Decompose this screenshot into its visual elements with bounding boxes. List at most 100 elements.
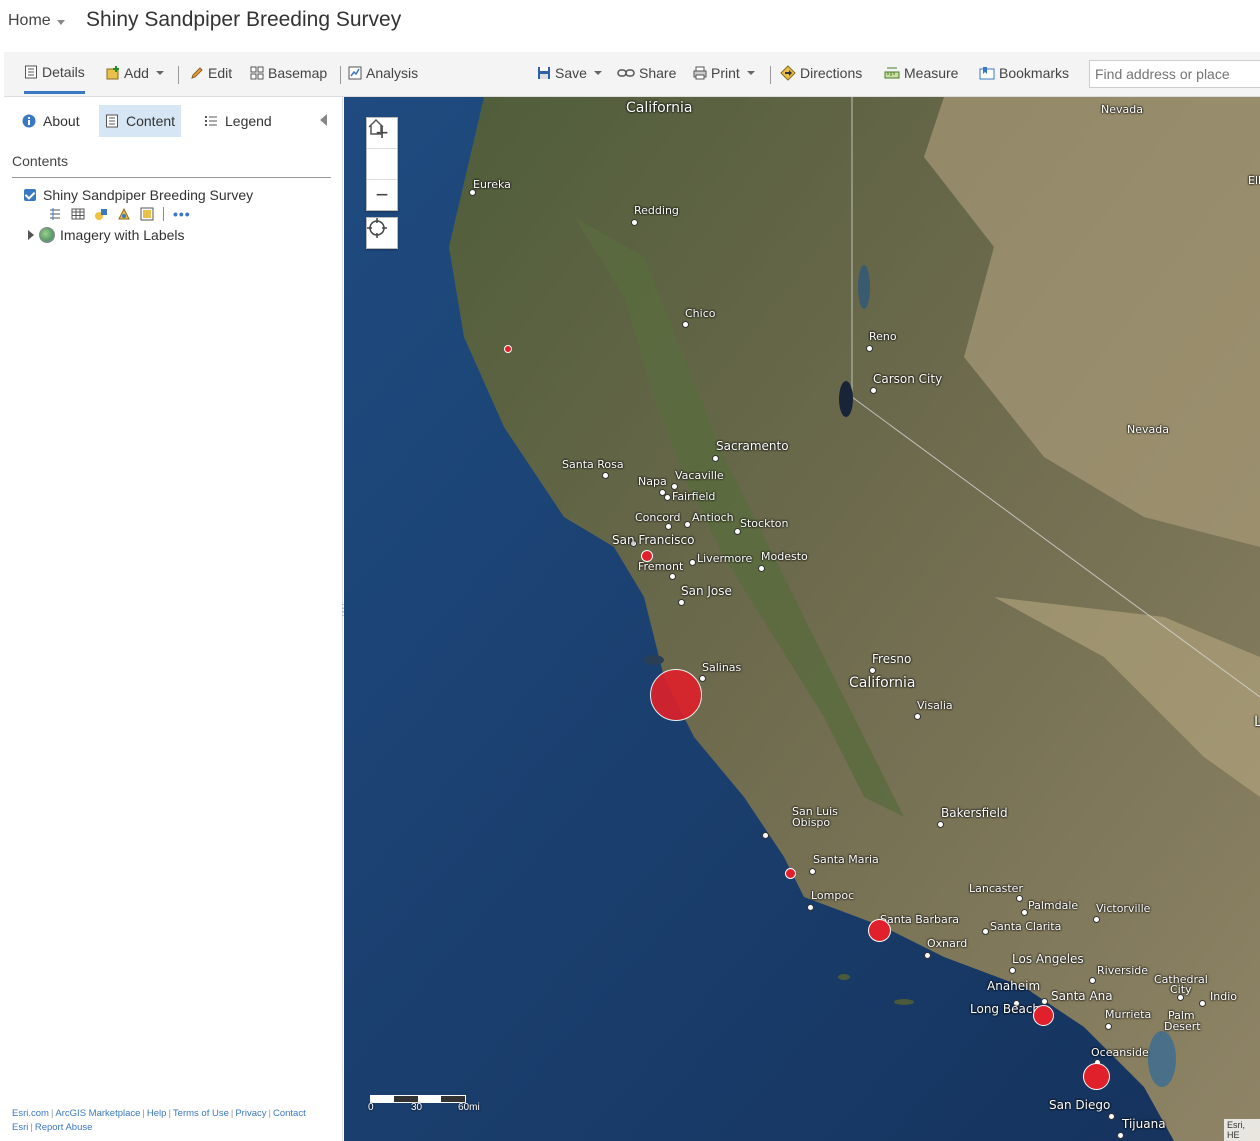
footer-sep: | xyxy=(168,1108,171,1119)
map-label: Desert xyxy=(1164,1020,1201,1033)
toolbar: Details Add Edit Basemap Analysis Save S… xyxy=(4,52,1260,97)
perform-analysis-icon[interactable] xyxy=(117,207,131,221)
observation-point[interactable] xyxy=(1033,1005,1054,1026)
map-label: Fresno xyxy=(872,652,912,666)
observation-point[interactable] xyxy=(504,345,512,353)
city-dot xyxy=(1108,1113,1115,1120)
city-dot xyxy=(1093,916,1100,923)
observation-point[interactable] xyxy=(641,550,653,562)
map-label: San Jose xyxy=(681,584,732,598)
city-dot xyxy=(1016,895,1023,902)
save-label: Save xyxy=(555,65,587,81)
city-dot xyxy=(809,868,816,875)
print-button[interactable]: Print xyxy=(693,52,755,94)
show-legend-icon[interactable] xyxy=(48,207,62,221)
layer-visibility-checkbox[interactable] xyxy=(24,189,36,201)
map-label: Stockton xyxy=(740,517,789,530)
observation-point[interactable] xyxy=(1083,1063,1110,1090)
details-button[interactable]: Details xyxy=(24,52,85,94)
measure-button[interactable]: Measure xyxy=(884,52,958,94)
basemap-button[interactable]: Basemap xyxy=(250,52,327,94)
footer-link[interactable]: Report Abuse xyxy=(35,1122,93,1133)
footer-link[interactable]: Contact xyxy=(273,1108,306,1119)
details-icon xyxy=(25,65,37,78)
layer-name: Shiny Sandpiper Breeding Survey xyxy=(43,187,254,203)
footer-link[interactable]: ArcGIS Marketplace xyxy=(55,1108,140,1119)
map-label: Indio xyxy=(1210,990,1237,1003)
map-label: Vacaville xyxy=(675,469,724,482)
city-dot xyxy=(1117,1132,1124,1139)
footer-link[interactable]: Esri xyxy=(12,1122,28,1133)
observation-point[interactable] xyxy=(650,669,702,721)
map-label: Murrieta xyxy=(1105,1008,1152,1021)
share-button[interactable]: Share xyxy=(617,52,676,94)
map-label: California xyxy=(626,100,693,116)
content-list-icon xyxy=(106,114,118,128)
map-label: Napa xyxy=(638,475,667,488)
collapse-panel-icon[interactable] xyxy=(320,114,327,126)
directions-icon xyxy=(780,65,796,81)
city-dot xyxy=(1177,994,1184,1001)
map-view[interactable]: + − California Nevada Eureka Redding Elk… xyxy=(344,97,1260,1141)
search-input[interactable] xyxy=(1089,60,1260,88)
tab-content-label: Content xyxy=(126,113,176,129)
basemap-label: Basemap xyxy=(268,65,328,81)
map-label: Obispo xyxy=(792,816,831,829)
bookmarks-icon xyxy=(979,67,995,80)
share-link-icon xyxy=(617,69,635,77)
toolbar-divider xyxy=(178,66,179,84)
edit-button[interactable]: Edit xyxy=(190,52,232,94)
attribute-table-icon[interactable] xyxy=(71,207,85,221)
footer-link[interactable]: Esri.com xyxy=(12,1108,49,1119)
zoom-control: + − xyxy=(366,117,398,211)
contents-heading: Contents xyxy=(12,153,69,169)
tab-about[interactable]: About xyxy=(16,105,86,137)
layer-style-icon[interactable] xyxy=(140,207,154,221)
footer-sep: | xyxy=(142,1108,145,1119)
more-options-icon[interactable]: ••• xyxy=(173,206,191,222)
footer-link[interactable]: Terms of Use xyxy=(173,1108,229,1119)
tab-legend[interactable]: Legend xyxy=(198,105,278,137)
city-dot xyxy=(758,565,765,572)
footer-links: Esri.com | ArcGIS Marketplace | Help | Terms o… xyxy=(12,1107,342,1135)
bookmarks-button[interactable]: Bookmarks xyxy=(979,52,1069,94)
expand-arrow-icon[interactable] xyxy=(28,230,34,240)
city-dot xyxy=(684,521,691,528)
directions-button[interactable]: Directions xyxy=(780,52,862,94)
tab-content[interactable]: Content xyxy=(99,105,182,137)
layer-item-imagery[interactable]: Imagery with Labels xyxy=(28,227,185,243)
map-label: Antioch xyxy=(692,511,734,524)
footer-sep: | xyxy=(230,1108,234,1119)
city-dot xyxy=(870,387,877,394)
map-label: Carson City xyxy=(873,372,943,386)
add-button[interactable]: Add xyxy=(106,52,164,94)
observation-point[interactable] xyxy=(868,919,891,942)
home-label: Home xyxy=(8,12,51,29)
locate-button[interactable] xyxy=(366,217,398,249)
share-label: Share xyxy=(639,65,677,81)
home-menu[interactable]: Home xyxy=(8,12,65,30)
city-dot xyxy=(699,675,706,682)
change-style-icon[interactable] xyxy=(94,207,108,221)
tab-legend-label: Legend xyxy=(225,113,272,129)
home-extent-button[interactable] xyxy=(367,118,397,180)
analysis-button[interactable]: Analysis xyxy=(348,52,418,94)
footer-link[interactable]: Help xyxy=(147,1108,167,1119)
satellite-imagery xyxy=(344,97,1260,1141)
footer-link[interactable]: Privacy xyxy=(235,1108,266,1119)
save-button[interactable]: Save xyxy=(537,52,602,94)
zoom-out-button[interactable]: − xyxy=(367,180,397,210)
layer-tools: ••• xyxy=(48,206,191,222)
edit-label: Edit xyxy=(208,65,233,81)
layer-item-survey[interactable]: Shiny Sandpiper Breeding Survey xyxy=(24,187,253,203)
details-label: Details xyxy=(42,63,85,80)
footer-sep: | xyxy=(268,1108,271,1119)
analysis-label: Analysis xyxy=(366,65,419,81)
map-attribution[interactable]: Esri, HE xyxy=(1224,1119,1260,1141)
map-label: Tijuana xyxy=(1122,1117,1166,1131)
map-label: Bakersfield xyxy=(941,806,1008,820)
city-dot xyxy=(866,345,873,352)
legend-list-icon xyxy=(205,116,217,126)
footer-sep: | xyxy=(30,1122,33,1133)
observation-point[interactable] xyxy=(785,868,796,879)
